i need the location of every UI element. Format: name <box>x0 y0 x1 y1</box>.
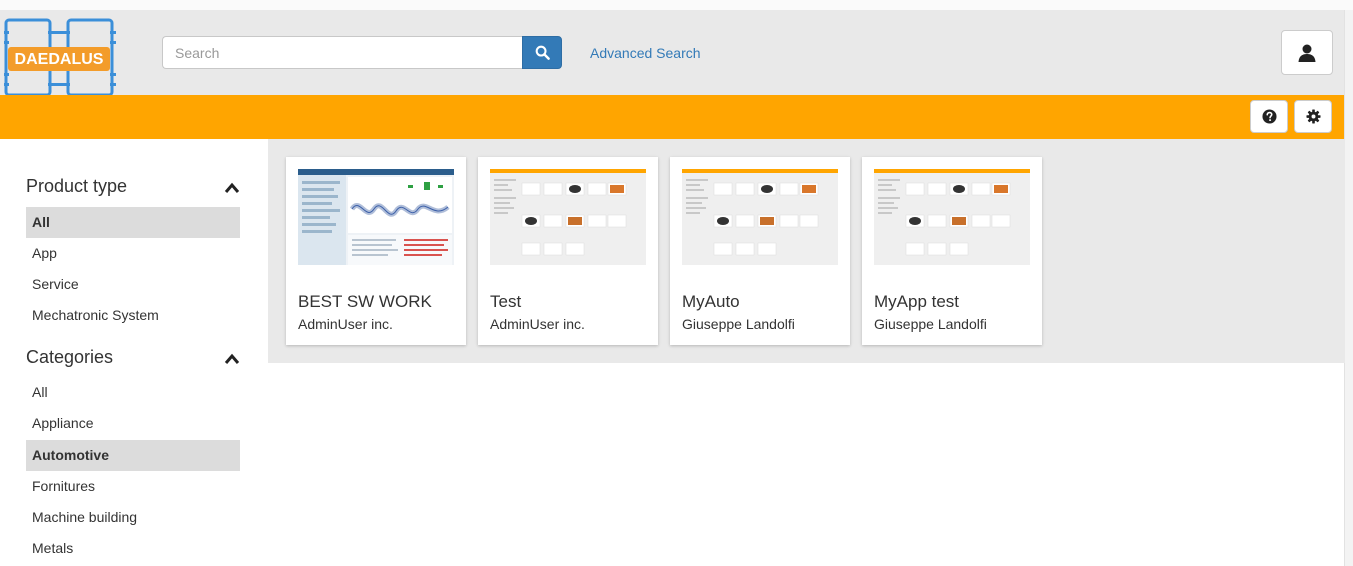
facet-item-all-categories[interactable]: All <box>26 377 240 408</box>
chevron-up-icon[interactable] <box>224 353 240 365</box>
facet-item-appliance[interactable]: Appliance <box>26 408 240 439</box>
question-circle-icon <box>1261 109 1277 124</box>
product-title[interactable]: BEST SW WORK <box>298 292 432 312</box>
product-owner: AdminUser inc. <box>298 316 393 332</box>
product-card[interactable]: Test AdminUser inc. <box>478 157 658 345</box>
svg-text:DAEDALUS: DAEDALUS <box>15 51 104 68</box>
browser-top-strip <box>0 0 1353 10</box>
daedalus-logo[interactable]: DAEDALUS <box>3 17 116 99</box>
header: DAEDALUS Advanced Search <box>0 10 1353 97</box>
help-button[interactable] <box>1250 100 1288 133</box>
facet-title-categories: Categories <box>26 347 114 367</box>
product-thumbnail <box>682 169 838 265</box>
facet-title-product-type: Product type <box>26 176 128 196</box>
product-thumbnail <box>298 169 454 265</box>
settings-button[interactable] <box>1294 100 1332 133</box>
product-title[interactable]: MyApp test <box>874 292 959 312</box>
product-thumbnail <box>490 169 646 265</box>
facet-item-fornitures[interactable]: Fornitures <box>26 471 240 502</box>
search-input[interactable] <box>162 36 522 69</box>
facet-item-machine-building[interactable]: Machine building <box>26 502 240 533</box>
product-card[interactable]: MyApp test Giuseppe Landolfi <box>862 157 1042 345</box>
facet-item-metals[interactable]: Metals <box>26 533 240 564</box>
facet-item-app[interactable]: App <box>26 238 240 269</box>
advanced-search-link[interactable]: Advanced Search <box>590 45 701 61</box>
product-card[interactable]: MyAuto Giuseppe Landolfi <box>670 157 850 345</box>
toolbar <box>0 95 1345 139</box>
search-icon <box>535 45 550 60</box>
facet-item-mechatronic-system[interactable]: Mechatronic System <box>26 300 240 331</box>
page-scrollbar[interactable] <box>1344 10 1353 566</box>
product-title[interactable]: MyAuto <box>682 292 740 312</box>
user-icon <box>1298 44 1316 62</box>
filter-sidebar: Product type All App Service Mechatronic… <box>0 139 268 566</box>
product-owner: Giuseppe Landolfi <box>874 316 987 332</box>
facet-item-service[interactable]: Service <box>26 269 240 300</box>
chevron-up-icon[interactable] <box>224 182 240 194</box>
product-thumbnail <box>874 169 1030 265</box>
product-title[interactable]: Test <box>490 292 521 312</box>
facet-item-automotive[interactable]: Automotive <box>26 440 240 471</box>
search-button[interactable] <box>522 36 562 69</box>
product-card[interactable]: BEST SW WORK AdminUser inc. <box>286 157 466 345</box>
gear-icon <box>1305 109 1321 124</box>
facet-item-all[interactable]: All <box>26 207 240 238</box>
product-owner: AdminUser inc. <box>490 316 585 332</box>
product-owner: Giuseppe Landolfi <box>682 316 795 332</box>
product-gallery: BEST SW WORK AdminUser inc. Test AdminUs… <box>268 139 1345 363</box>
user-menu-button[interactable] <box>1281 30 1333 75</box>
